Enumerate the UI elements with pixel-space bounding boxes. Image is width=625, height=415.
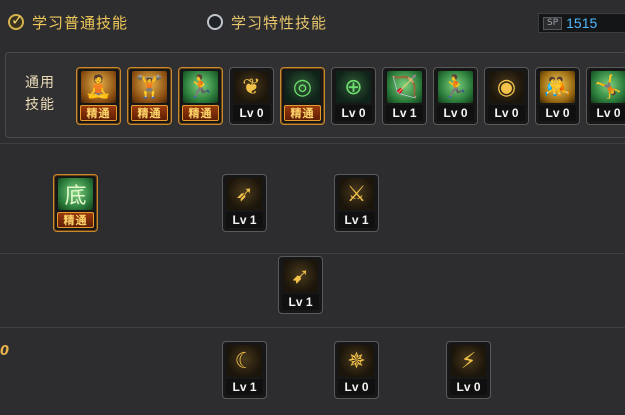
- skill-slot[interactable]: ◎ 精通: [280, 67, 325, 125]
- tab-learn-normal-skills[interactable]: 学习普通技能: [8, 10, 128, 34]
- divider: [0, 143, 625, 144]
- skill-slot[interactable]: ➶ Lv 1: [222, 174, 267, 232]
- slash-figure-icon: ⚡: [451, 345, 486, 377]
- tab-label: 学习普通技能: [32, 13, 129, 32]
- divider: [0, 327, 625, 328]
- skill-slot[interactable]: 🤸 Lv 0: [586, 67, 625, 125]
- arrow-shot-icon: ➶: [227, 178, 262, 210]
- fighter-icon: 🤼: [540, 71, 575, 103]
- skill-level: Lv 1: [386, 105, 423, 121]
- mastered-badge: 精通: [182, 105, 219, 121]
- skill-level: Lv 0: [488, 105, 525, 121]
- skill-slot[interactable]: 🏋 精通: [127, 67, 172, 125]
- skill-slot[interactable]: ☾ Lv 1: [222, 341, 267, 399]
- skill-slot[interactable]: 🏃 Lv 0: [433, 67, 478, 125]
- row-mark: 0: [0, 344, 10, 359]
- common-skills-label: 通用 技能: [25, 75, 55, 113]
- skill-level: Lv 0: [539, 105, 576, 121]
- tab-label: 学习特性技能: [231, 13, 328, 32]
- sickle-icon: ⚔: [339, 178, 374, 210]
- skill-level: Lv 1: [226, 379, 263, 395]
- dash-figure-icon: 🏃: [183, 71, 218, 103]
- sp-label: SP: [543, 16, 563, 30]
- skill-slot[interactable]: ⊕ Lv 0: [331, 67, 376, 125]
- mastered-badge: 精通: [284, 105, 321, 121]
- skill-slot[interactable]: ✵ Lv 0: [334, 341, 379, 399]
- sp-value: 1515: [566, 15, 598, 31]
- checkmark-radio-icon: [8, 11, 24, 30]
- skill-level: Lv 0: [338, 379, 375, 395]
- skill-level: Lv 0: [590, 105, 625, 121]
- skill-slot[interactable]: ◉ Lv 0: [484, 67, 529, 125]
- crouch-figure-icon: 🏋: [132, 71, 167, 103]
- tab-learn-special-skills[interactable]: 学习特性技能: [207, 10, 327, 34]
- skill-level: Lv 0: [437, 105, 474, 121]
- sp-counter: SP 1515: [538, 13, 625, 33]
- skill-slot[interactable]: 🤼 Lv 0: [535, 67, 580, 125]
- mastered-badge: 精通: [80, 105, 117, 121]
- spear-burst-icon: ✵: [339, 345, 374, 377]
- mastered-badge: 精通: [57, 212, 94, 228]
- skill-slot[interactable]: 🧘 精通: [76, 67, 121, 125]
- sit-figure-icon: 🧘: [81, 71, 116, 103]
- skill-level: Lv 1: [226, 212, 263, 228]
- crescent-icon: ☾: [227, 345, 262, 377]
- target-icon: ◎: [285, 71, 320, 103]
- eye-icon: ◉: [489, 71, 524, 103]
- wings-icon: ❦: [234, 71, 269, 103]
- archer-icon: 🏹: [387, 71, 422, 103]
- skill-level: Lv 0: [233, 105, 270, 121]
- crosshair-icon: ⊕: [336, 71, 371, 103]
- skill-level: Lv 0: [450, 379, 487, 395]
- skill-level: Lv 1: [338, 212, 375, 228]
- skill-level: Lv 1: [282, 294, 319, 310]
- mastered-badge: 精通: [131, 105, 168, 121]
- skill-slot[interactable]: ⚡ Lv 0: [446, 341, 491, 399]
- base-skill-icon: 底: [58, 178, 93, 210]
- skill-slot[interactable]: 🏹 Lv 1: [382, 67, 427, 125]
- skill-slot[interactable]: 🏃 精通: [178, 67, 223, 125]
- radio-icon: [207, 14, 223, 30]
- skill-slot[interactable]: 底精通: [53, 174, 98, 232]
- bow-slash-icon: ➹: [283, 260, 318, 292]
- divider: [0, 253, 625, 254]
- skill-level: Lv 0: [335, 105, 372, 121]
- leap-icon: 🤸: [591, 71, 625, 103]
- skill-slot[interactable]: ❦ Lv 0: [229, 67, 274, 125]
- skill-slot[interactable]: ⚔ Lv 1: [334, 174, 379, 232]
- skill-slot[interactable]: ➹ Lv 1: [278, 256, 323, 314]
- runner-icon: 🏃: [438, 71, 473, 103]
